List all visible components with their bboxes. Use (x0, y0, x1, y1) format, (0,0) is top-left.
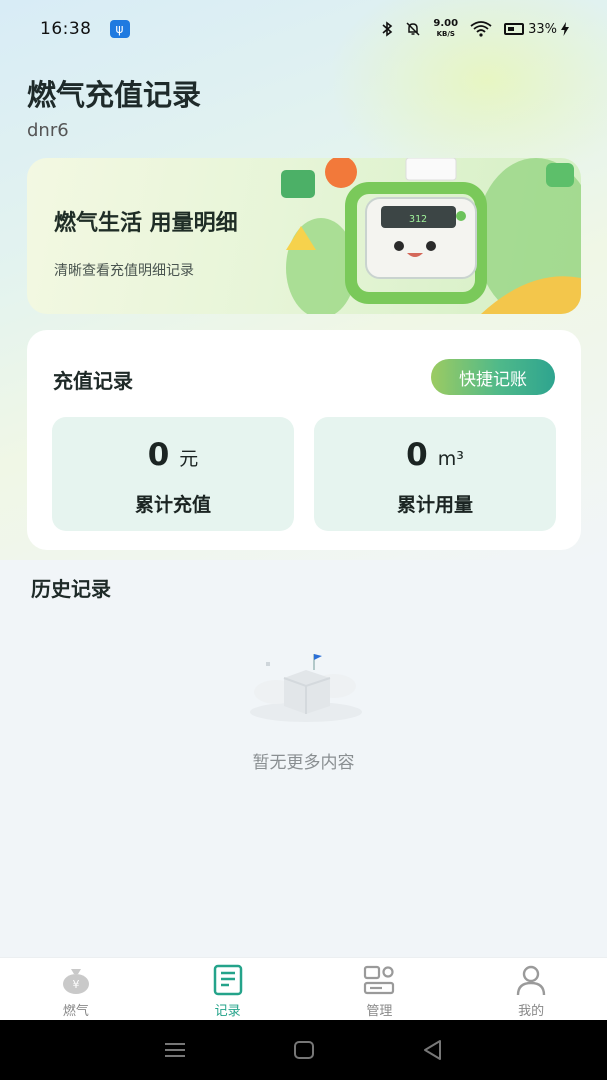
charging-icon (561, 22, 569, 36)
total-recharge-unit: 元 (179, 448, 199, 470)
total-usage-value: 0 (406, 437, 428, 473)
status-time: 16:38 (40, 19, 92, 39)
battery-percent: 33% (528, 21, 557, 37)
tab-manage[interactable]: 管理 (304, 958, 456, 1020)
bluetooth-icon (382, 21, 393, 37)
empty-state-text: 暂无更多内容 (252, 753, 355, 773)
net-speed-value: 9.00 (433, 18, 459, 29)
user-name: dnr6 (27, 120, 69, 141)
net-speed-unit: KB/S (436, 30, 455, 38)
back-icon[interactable] (420, 1037, 446, 1063)
system-nav-bar (0, 1020, 607, 1080)
wifi-icon (470, 21, 492, 37)
money-bag-icon: ¥ (62, 969, 89, 994)
menu-icon[interactable] (162, 1037, 188, 1063)
status-bar: 16:38 ψ 9.00 KB/S 33% (0, 0, 607, 58)
page-title: 燃气充值记录 (27, 78, 202, 112)
tab-manage-label: 管理 (366, 1004, 393, 1019)
receipt-icon (213, 964, 242, 996)
tab-records[interactable]: 记录 (152, 958, 304, 1020)
tab-gas[interactable]: ¥ 燃气 (0, 958, 152, 1020)
empty-box-illustration (250, 654, 362, 722)
battery-icon (504, 23, 525, 35)
home-icon[interactable] (291, 1037, 317, 1063)
tab-profile[interactable]: 我的 (455, 958, 607, 1020)
meter-reading: 312 (409, 214, 427, 225)
total-recharge-stat: 0元 累计充值 (52, 417, 294, 531)
total-usage-unit: m³ (437, 448, 464, 470)
total-usage-stat: 0 m³ 累计用量 (314, 417, 556, 531)
tab-gas-label: 燃气 (62, 1004, 89, 1019)
bottom-tab-bar: ¥ 燃气 记录 管理 我的 (0, 957, 607, 1020)
banner-title: 燃气生活 用量明细 (54, 211, 238, 236)
battery: 33% (504, 22, 569, 37)
manage-icon (364, 965, 395, 995)
user-icon (516, 965, 546, 996)
usb-icon: ψ (109, 20, 130, 38)
history-title: 历史记录 (31, 577, 111, 601)
tab-records-label: 记录 (214, 1004, 241, 1019)
promo-banner[interactable]: 燃气生活 用量明细 清晰查看充值明细记录 312 (27, 158, 581, 314)
banner-subtitle: 清晰查看充值明细记录 (54, 263, 194, 279)
total-recharge-value: 0 (147, 437, 170, 473)
card-title: 充值记录 (53, 369, 133, 393)
records-card: 充值记录 快捷记账 0元 累计充值 0 m³ 累计用量 (27, 330, 581, 550)
total-usage-label: 累计用量 (396, 494, 473, 516)
total-recharge-label: 累计充值 (134, 494, 211, 516)
net-speed: 9.00 KB/S (433, 19, 458, 39)
tab-profile-label: 我的 (518, 1004, 545, 1019)
quick-record-button[interactable]: 快捷记账 (431, 359, 555, 395)
gas-meter-illustration: 312 (281, 158, 581, 314)
mute-bell-icon (406, 22, 420, 36)
svg-text:¥: ¥ (72, 978, 79, 991)
